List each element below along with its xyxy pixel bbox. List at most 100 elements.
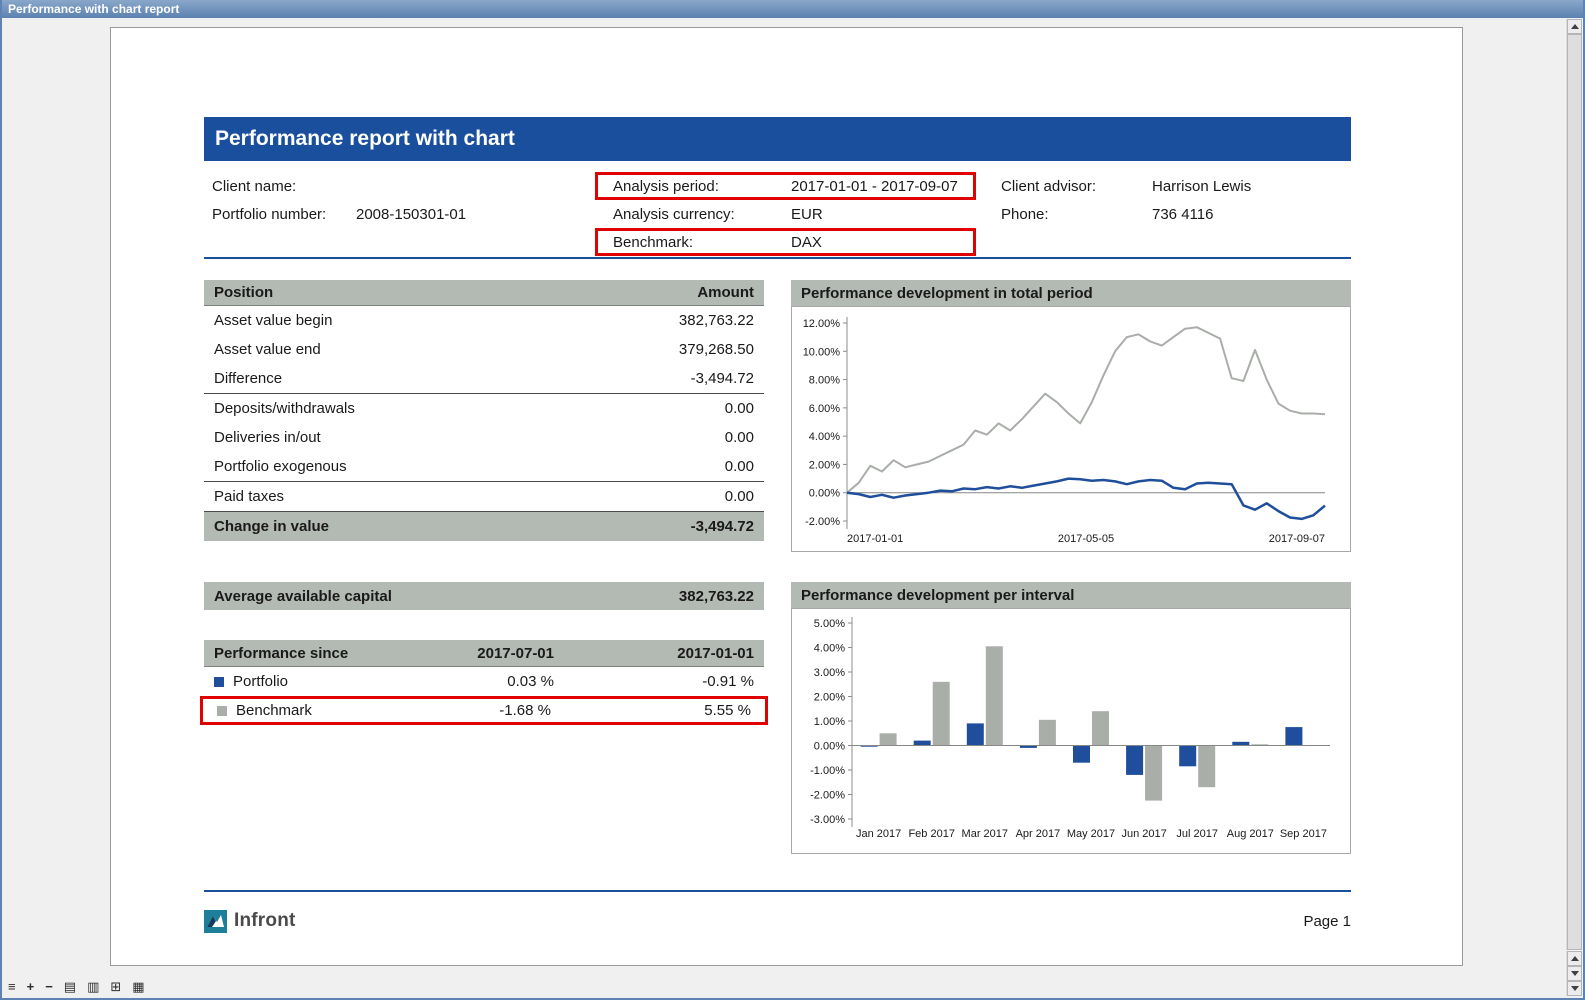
row-label: Asset value begin	[214, 312, 332, 329]
row-value: 0.00	[725, 488, 754, 505]
change-in-value-row: Change in value -3,494.72	[204, 512, 764, 541]
svg-text:3.00%: 3.00%	[814, 667, 845, 679]
row-label: Deposits/withdrawals	[214, 400, 355, 417]
zoom-out-icon[interactable]	[45, 980, 53, 994]
svg-text:4.00%: 4.00%	[814, 643, 845, 655]
table-row: Asset value end 379,268.50	[204, 335, 764, 364]
report-page: Performance report with chart Client nam…	[110, 27, 1463, 966]
phone-label: Phone:	[1001, 206, 1152, 223]
average-capital-value: 382,763.22	[679, 588, 754, 605]
thumbnail-grid-icon[interactable]	[132, 980, 144, 994]
page-up-button[interactable]	[1567, 951, 1582, 966]
chart-title: Performance development per interval	[801, 587, 1074, 604]
svg-text:-1.00%: -1.00%	[810, 765, 845, 777]
svg-text:2017-05-05: 2017-05-05	[1058, 533, 1114, 545]
benchmark-period2-value: 5.55 %	[551, 702, 751, 719]
titlebar: Performance with chart report	[2, 0, 1583, 18]
table-row: Paid taxes 0.00	[204, 482, 764, 511]
performance-since-header: Performance since	[214, 645, 394, 662]
benchmark-cell: Benchmark	[217, 702, 391, 719]
row-label: Difference	[214, 370, 282, 387]
infront-logo-icon	[204, 910, 227, 933]
portfolio-legend-icon	[214, 677, 224, 687]
scrollbar-thumb[interactable]	[1567, 34, 1582, 950]
svg-text:2017-09-07: 2017-09-07	[1269, 533, 1325, 545]
portfolio-period2-value: -0.91 %	[554, 673, 754, 690]
svg-text:Feb 2017: Feb 2017	[908, 828, 954, 840]
svg-text:Sep 2017: Sep 2017	[1280, 828, 1327, 840]
infront-logo: Infront	[204, 910, 296, 933]
row-value: 379,268.50	[679, 341, 754, 358]
svg-text:2.00%: 2.00%	[814, 692, 845, 704]
page-down-button[interactable]	[1567, 966, 1582, 981]
arrow-up-icon	[1571, 956, 1579, 961]
benchmark-highlight: Benchmark: DAX	[595, 228, 976, 256]
analysis-currency-value: EUR	[791, 206, 823, 223]
average-capital-label: Average available capital	[214, 588, 392, 605]
window-title: Performance with chart report	[8, 2, 179, 16]
period2-header: 2017-01-01	[554, 645, 754, 662]
analysis-period-value: 2017-01-01 - 2017-09-07	[791, 178, 958, 195]
benchmark-value: DAX	[791, 234, 822, 251]
client-advisor-row: Client advisor: Harrison Lewis	[1001, 172, 1351, 200]
scrollbar-bottom-buttons	[1567, 951, 1582, 996]
per-interval-chart-header: Performance development per interval	[791, 582, 1351, 608]
two-pages-icon[interactable]	[87, 980, 99, 994]
benchmark-name: Benchmark	[236, 702, 312, 719]
analysis-period-highlight: Analysis period: 2017-01-01 - 2017-09-07	[595, 172, 976, 200]
svg-text:2.00%: 2.00%	[809, 459, 840, 471]
analysis-currency-row: Analysis currency: EUR	[595, 200, 976, 228]
portfolio-number-value: 2008-150301-01	[356, 206, 466, 223]
menu-icon[interactable]	[8, 980, 16, 994]
svg-text:Jun 2017: Jun 2017	[1121, 828, 1166, 840]
position-column-header: Position	[214, 284, 273, 301]
position-group-values: Asset value begin 382,763.22 Asset value…	[204, 306, 764, 394]
scroll-up-button[interactable]	[1567, 19, 1582, 34]
client-name-row: Client name:	[212, 172, 582, 200]
scroll-down-button[interactable]	[1567, 981, 1582, 996]
svg-text:May 2017: May 2017	[1067, 828, 1115, 840]
svg-text:-3.00%: -3.00%	[810, 814, 845, 826]
total-period-chart-block: Performance development in total period …	[791, 280, 1351, 552]
svg-text:-2.00%: -2.00%	[810, 790, 845, 802]
average-capital-bar: Average available capital 382,763.22	[204, 582, 764, 610]
client-advisor-label: Client advisor:	[1001, 178, 1152, 195]
client-name-label: Client name:	[212, 178, 356, 195]
right-column: Performance development in total period …	[791, 280, 1351, 854]
portfolio-row: Portfolio 0.03 % -0.91 %	[204, 667, 764, 696]
table-row: Asset value begin 382,763.22	[204, 306, 764, 335]
total-label: Change in value	[214, 518, 329, 535]
row-value: 382,763.22	[679, 312, 754, 329]
zoom-in-icon[interactable]	[27, 980, 35, 994]
portfolio-name: Portfolio	[233, 673, 288, 690]
table-row: Difference -3,494.72	[204, 364, 764, 393]
chart-title: Performance development in total period	[801, 285, 1093, 302]
svg-text:1.00%: 1.00%	[814, 716, 845, 728]
table-row: Deliveries in/out 0.00	[204, 423, 764, 452]
svg-text:Jan 2017: Jan 2017	[856, 828, 901, 840]
analysis-period-label: Analysis period:	[613, 178, 719, 195]
portfolio-period1-value: 0.03 %	[394, 673, 554, 690]
benchmark-legend-icon	[217, 706, 227, 716]
benchmark-row-highlight: Benchmark -1.68 % 5.55 %	[200, 696, 768, 725]
svg-text:Aug 2017: Aug 2017	[1227, 828, 1274, 840]
report-body: Performance report with chart Client nam…	[204, 117, 1351, 937]
per-interval-chart-block: Performance development per interval 5.0…	[791, 582, 1351, 854]
single-page-icon[interactable]	[64, 980, 76, 994]
analysis-currency-label: Analysis currency:	[613, 206, 735, 223]
section-divider	[204, 257, 1351, 259]
position-group-taxes: Paid taxes 0.00	[204, 482, 764, 512]
performance-table-header: Performance since 2017-07-01 2017-01-01	[204, 640, 764, 667]
four-pages-icon[interactable]	[110, 980, 121, 994]
left-column: Position Amount Asset value begin 382,76…	[204, 280, 764, 725]
client-info-col1: Client name: Portfolio number: 2008-1503…	[212, 172, 582, 228]
footer-divider	[204, 890, 1351, 892]
svg-text:-2.00%: -2.00%	[805, 516, 840, 528]
bottom-toolbar	[8, 979, 145, 995]
vertical-scrollbar[interactable]	[1566, 19, 1582, 996]
period1-header: 2017-07-01	[394, 645, 554, 662]
row-label: Asset value end	[214, 341, 321, 358]
benchmark-period1-value: -1.68 %	[391, 702, 551, 719]
svg-text:6.00%: 6.00%	[809, 403, 840, 415]
row-value: 0.00	[725, 400, 754, 417]
